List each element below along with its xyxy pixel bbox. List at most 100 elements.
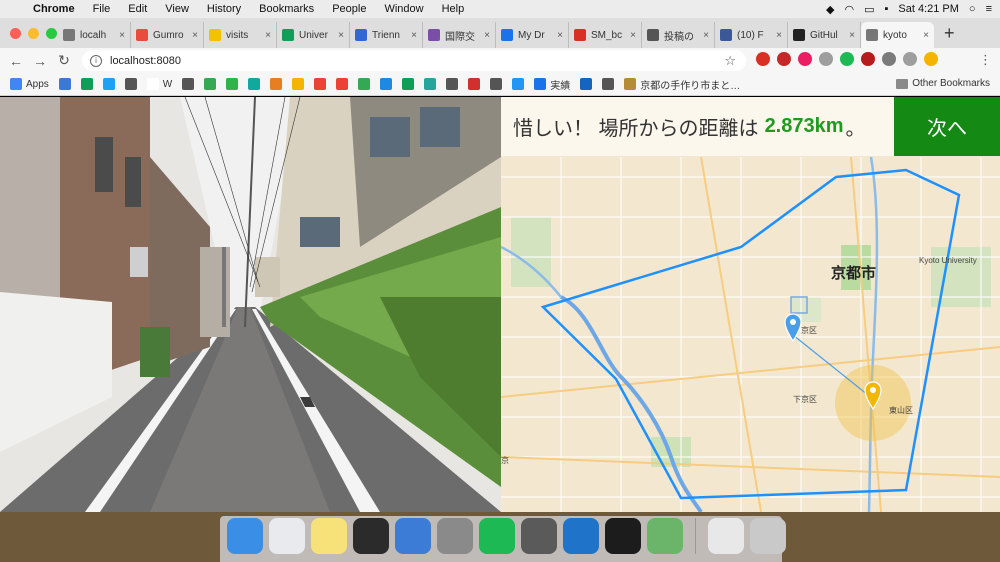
vscode-icon[interactable] <box>563 518 599 554</box>
next-button[interactable]: 次へ <box>894 97 1000 156</box>
tab-9[interactable]: (10) F × <box>715 22 788 48</box>
menu-list-icon[interactable]: ≡ <box>986 3 992 15</box>
flag-icon[interactable]: ▪ <box>884 3 888 15</box>
bookmark-item[interactable] <box>602 78 615 90</box>
tab-close-icon[interactable]: × <box>703 30 709 41</box>
tab-close-icon[interactable]: × <box>776 30 782 41</box>
tab-close-icon[interactable]: × <box>338 30 344 41</box>
bookmark-item[interactable] <box>292 78 305 90</box>
wifi-icon[interactable]: ◠ <box>844 3 854 16</box>
tab-4[interactable]: Trienn × <box>350 22 423 48</box>
system-preferences-icon[interactable] <box>437 518 473 554</box>
tab-close-icon[interactable]: × <box>630 30 636 41</box>
bookmark-item[interactable] <box>102 78 115 90</box>
extension-icon[interactable] <box>882 52 896 66</box>
tab-8[interactable]: 投稿の × <box>642 22 715 48</box>
tab-close-icon[interactable]: × <box>557 30 563 41</box>
url-text[interactable]: localhost:8080 <box>110 55 181 67</box>
grammarly-icon[interactable] <box>840 52 854 66</box>
menu-file[interactable]: File <box>84 3 120 15</box>
tab-close-icon[interactable]: × <box>411 30 417 41</box>
sublime-icon[interactable] <box>353 518 389 554</box>
address-bar[interactable]: i localhost:8080 ☆ <box>82 50 746 71</box>
spotify-icon[interactable] <box>479 518 515 554</box>
bookmark-item[interactable] <box>58 78 71 90</box>
extension-icon[interactable] <box>756 52 770 66</box>
tab-0[interactable]: localh × <box>58 22 131 48</box>
bookmark-item[interactable] <box>204 78 217 90</box>
tab-close-icon[interactable]: × <box>484 30 490 41</box>
site-info-icon[interactable]: i <box>90 54 102 67</box>
back-icon[interactable]: ← <box>8 53 24 69</box>
bookmark-item[interactable] <box>468 78 481 90</box>
finder-icon[interactable] <box>227 518 263 554</box>
bookmark-item[interactable] <box>424 78 437 90</box>
dropbox-icon[interactable]: ◆ <box>826 3 834 16</box>
menu-people[interactable]: People <box>323 3 375 15</box>
tab-11[interactable]: kyoto × <box>861 22 934 48</box>
bookmark-item[interactable] <box>248 78 261 90</box>
minimize-window-icon[interactable] <box>28 28 39 39</box>
tab-close-icon[interactable]: × <box>119 30 125 41</box>
chrome-menu-icon[interactable]: ⋮ <box>979 52 992 68</box>
profile-avatar[interactable] <box>924 52 938 66</box>
tab-close-icon[interactable]: × <box>923 30 929 41</box>
bookmark-item[interactable] <box>446 78 459 90</box>
clock[interactable]: Sat 4:21 PM <box>898 3 959 15</box>
music-icon[interactable] <box>708 518 744 554</box>
tab-6[interactable]: My Dr × <box>496 22 569 48</box>
tab-2[interactable]: visits × <box>204 22 277 48</box>
bookmark-item[interactable] <box>358 78 371 90</box>
bookmark-item[interactable] <box>380 78 393 90</box>
bookmark-item[interactable] <box>580 78 593 90</box>
notes-icon[interactable] <box>311 518 347 554</box>
calculator-icon[interactable] <box>521 518 557 554</box>
tab-7[interactable]: SM_bc × <box>569 22 642 48</box>
trash-icon[interactable] <box>750 518 786 554</box>
bookmark-item[interactable]: Apps <box>10 78 49 90</box>
bookmark-item[interactable] <box>226 78 239 90</box>
ublock-icon[interactable] <box>861 52 875 66</box>
bookmark-item[interactable] <box>314 78 327 90</box>
menu-edit[interactable]: Edit <box>119 3 156 15</box>
menu-bookmarks[interactable]: Bookmarks <box>250 3 323 15</box>
menu-view[interactable]: View <box>156 3 198 15</box>
bookmark-item[interactable] <box>80 78 93 90</box>
menu-history[interactable]: History <box>198 3 250 15</box>
bookmark-item[interactable] <box>182 78 195 90</box>
tab-close-icon[interactable]: × <box>265 30 271 41</box>
forward-icon[interactable]: → <box>32 53 48 69</box>
bookmark-item[interactable]: W <box>146 78 172 90</box>
tab-10[interactable]: GitHul × <box>788 22 861 48</box>
new-tab-button[interactable]: + <box>944 23 955 44</box>
result-map[interactable]: 京都市 Kyoto University 下京区 東山区 京区 京 惜しい！ 場… <box>501 97 1000 512</box>
battery-icon[interactable]: ▭ <box>864 3 874 16</box>
terminal-icon[interactable] <box>605 518 641 554</box>
street-view-panorama[interactable] <box>0 97 501 512</box>
tab-3[interactable]: Univer × <box>277 22 350 48</box>
zoom-window-icon[interactable] <box>46 28 57 39</box>
bookmark-item[interactable] <box>336 78 349 90</box>
bookmark-item[interactable]: 京都の手作り市まと… <box>624 77 740 92</box>
bookmark-item[interactable]: 実績 <box>534 77 570 92</box>
extension-icon[interactable] <box>903 52 917 66</box>
tab-close-icon[interactable]: × <box>192 30 198 41</box>
other-bookmarks[interactable]: Other Bookmarks <box>896 78 990 89</box>
menu-app-name[interactable]: Chrome <box>24 3 84 15</box>
bookmark-item[interactable] <box>490 78 503 90</box>
map-canvas[interactable] <box>501 97 1000 512</box>
tab-1[interactable]: Gumro × <box>131 22 204 48</box>
adblock-icon[interactable] <box>777 52 791 66</box>
bookmark-item[interactable] <box>270 78 283 90</box>
bookmark-star-icon[interactable]: ☆ <box>724 53 736 69</box>
close-window-icon[interactable] <box>10 28 21 39</box>
reload-icon[interactable]: ↻ <box>56 52 72 69</box>
chrome-icon[interactable] <box>269 518 305 554</box>
search-icon[interactable]: ○ <box>969 3 976 15</box>
extension-icon[interactable] <box>798 52 812 66</box>
preview-icon[interactable] <box>647 518 683 554</box>
tab-close-icon[interactable]: × <box>849 30 855 41</box>
bookmark-item[interactable] <box>512 78 525 90</box>
menu-window[interactable]: Window <box>375 3 432 15</box>
menu-help[interactable]: Help <box>433 3 474 15</box>
